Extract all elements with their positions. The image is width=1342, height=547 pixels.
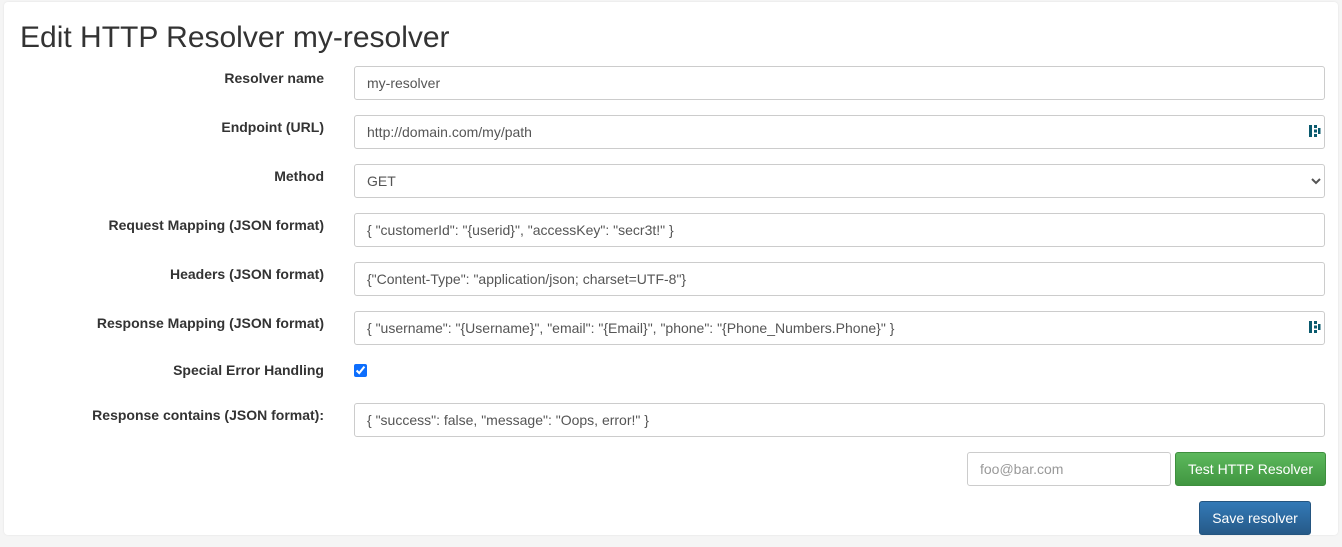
- test-email-input[interactable]: [967, 452, 1171, 486]
- response-contains-input[interactable]: [354, 403, 1325, 437]
- request-mapping-input[interactable]: [354, 213, 1325, 247]
- response-contains-label: Response contains (JSON format):: [92, 407, 324, 423]
- page-title: Edit HTTP Resolver my-resolver: [20, 21, 450, 54]
- endpoint-label: Endpoint (URL): [221, 119, 324, 135]
- headers-input[interactable]: [354, 262, 1325, 296]
- special-error-handling-checkbox[interactable]: [354, 364, 367, 377]
- method-select[interactable]: GET: [354, 164, 1325, 198]
- save-resolver-button[interactable]: Save resolver: [1199, 501, 1311, 535]
- password-manager-icon[interactable]: [1309, 124, 1321, 138]
- test-http-resolver-button[interactable]: Test HTTP Resolver: [1175, 452, 1326, 486]
- headers-label: Headers (JSON format): [169, 266, 324, 282]
- response-mapping-input[interactable]: [354, 311, 1325, 345]
- response-mapping-label: Response Mapping (JSON format): [96, 315, 324, 331]
- resolver-name-input[interactable]: [354, 66, 1325, 100]
- password-manager-icon[interactable]: [1309, 320, 1321, 334]
- endpoint-input[interactable]: [354, 115, 1325, 149]
- special-error-handling-label: Special Error Handling: [173, 362, 324, 378]
- resolver-edit-panel: Edit HTTP Resolver my-resolver Resolver …: [4, 2, 1338, 535]
- request-mapping-label: Request Mapping (JSON format): [108, 217, 324, 233]
- method-label: Method: [274, 168, 324, 184]
- resolver-name-label: Resolver name: [224, 70, 324, 86]
